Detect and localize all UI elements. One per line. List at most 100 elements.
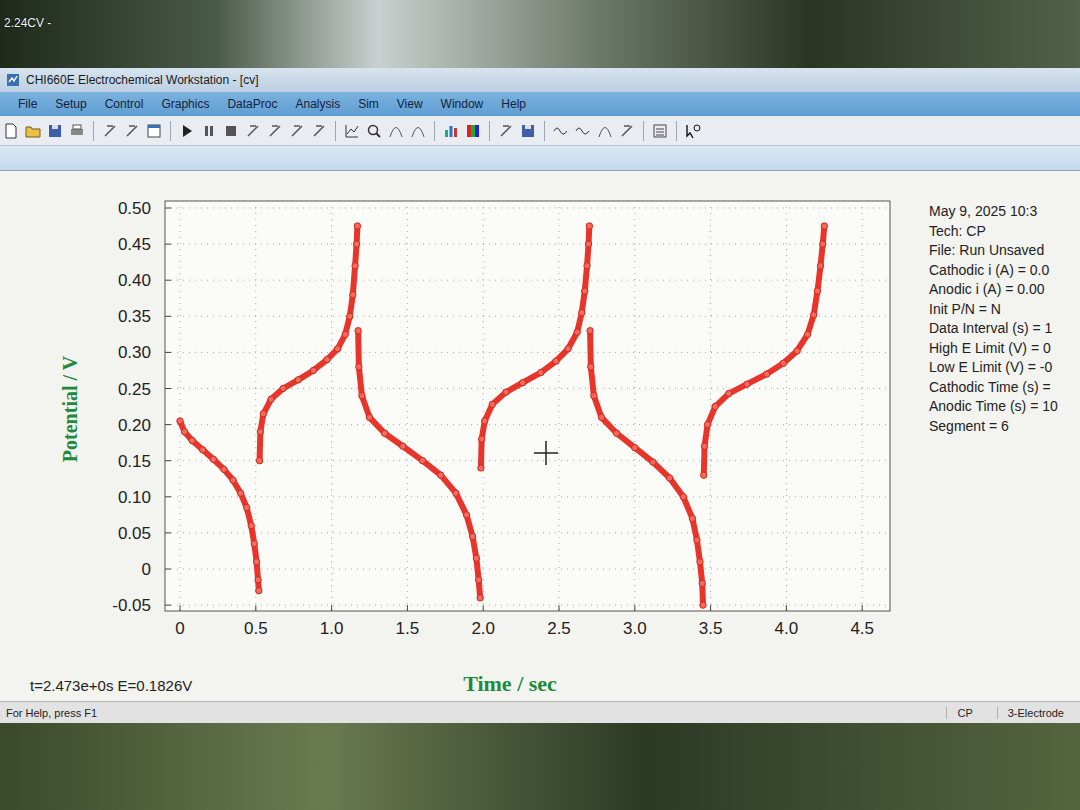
wave-icon[interactable] [552, 122, 570, 140]
list-icon[interactable] [651, 122, 669, 140]
doc-icon[interactable] [2, 122, 20, 140]
data-point [632, 445, 638, 451]
peak-icon[interactable] [409, 122, 427, 140]
peak-icon[interactable] [387, 122, 405, 140]
x-axis-title: Time / sec [463, 671, 557, 696]
data-point [419, 458, 425, 464]
y-tick-label: 0.50 [118, 199, 151, 218]
menu-item[interactable]: Analysis [295, 97, 340, 111]
menu-item[interactable]: File [18, 97, 37, 111]
app-window: CHI660E Electrochemical Workstation - [c… [0, 68, 1080, 723]
pause-icon[interactable] [200, 122, 218, 140]
data-point [310, 367, 316, 373]
menu-item[interactable]: Sim [358, 97, 379, 111]
x-tick [710, 605, 711, 611]
y-tick [165, 208, 171, 209]
document-strip [0, 146, 1080, 171]
data-point [248, 522, 254, 528]
grid-line [165, 388, 890, 389]
window-icon[interactable] [145, 122, 163, 140]
peak-icon[interactable] [596, 122, 614, 140]
menu-item[interactable]: Graphics [161, 97, 209, 111]
data-point [538, 369, 544, 375]
wave-icon[interactable] [574, 122, 592, 140]
data-point [666, 475, 672, 481]
bars-icon[interactable] [442, 122, 460, 140]
tool-icon[interactable] [266, 122, 284, 140]
y-tick-label: 0 [142, 560, 151, 579]
data-point [814, 288, 820, 294]
series-line [358, 331, 480, 598]
data-point [221, 466, 227, 472]
data-point [680, 494, 686, 500]
data-point [587, 328, 593, 334]
menu-item[interactable]: Setup [55, 97, 86, 111]
data-point [700, 602, 706, 608]
data-point [244, 504, 250, 510]
grid-line [165, 424, 890, 425]
grid-line [165, 208, 890, 209]
desktop-label[interactable]: 2.24CV - [4, 16, 51, 30]
grid-line [407, 201, 408, 611]
series-line [260, 226, 358, 461]
tool-icon[interactable] [618, 122, 636, 140]
data-point [763, 371, 769, 377]
data-point [256, 587, 262, 593]
crosshair-cursor-icon [534, 441, 558, 465]
graph-icon[interactable] [343, 122, 361, 140]
data-point [230, 477, 236, 483]
data-point [650, 459, 656, 465]
data-point [820, 241, 826, 247]
tool-icon[interactable] [288, 122, 306, 140]
toolbar-separator [93, 121, 94, 141]
tool-icon[interactable] [123, 122, 141, 140]
tool-icon[interactable] [101, 122, 119, 140]
x-tick-label: 1.0 [320, 619, 344, 638]
x-tick-label: 4.5 [850, 619, 874, 638]
tool-icon[interactable] [310, 122, 328, 140]
disk-icon[interactable] [519, 122, 537, 140]
data-point [453, 490, 459, 496]
x-tick [786, 605, 787, 611]
zoom-icon[interactable] [365, 122, 383, 140]
data-point [588, 364, 594, 370]
y-tick [165, 532, 171, 533]
printer-icon[interactable] [68, 122, 86, 140]
data-point [189, 437, 195, 443]
menu-item[interactable]: DataProc [227, 97, 277, 111]
tool-icon[interactable] [244, 122, 262, 140]
y-tick [165, 352, 171, 353]
y-tick-label: 0.25 [118, 380, 151, 399]
menu-item[interactable]: Window [441, 97, 484, 111]
data-point [177, 418, 183, 424]
data-point [503, 389, 509, 395]
menu-item[interactable]: Control [105, 97, 144, 111]
grid-line [165, 352, 890, 353]
menu-item[interactable]: Help [501, 97, 526, 111]
disk-icon[interactable] [46, 122, 64, 140]
data-point [260, 411, 266, 417]
data-point [355, 328, 361, 334]
tool-icon[interactable] [497, 122, 515, 140]
grid-line [165, 569, 890, 570]
y-tick [165, 388, 171, 389]
help-icon[interactable] [684, 122, 702, 140]
color-icon[interactable] [464, 122, 482, 140]
x-tick [559, 605, 560, 611]
data-point [350, 291, 356, 297]
x-tick [407, 605, 408, 611]
play-icon[interactable] [178, 122, 196, 140]
info-line: Cathodic Time (s) = [929, 379, 1080, 396]
chart[interactable]: 00.51.01.52.02.53.03.54.04.50.500.450.40… [0, 171, 915, 701]
menu-item[interactable]: View [397, 97, 423, 111]
y-tick [165, 424, 171, 425]
folder-icon[interactable] [24, 122, 42, 140]
y-tick [165, 316, 171, 317]
data-point [359, 393, 365, 399]
grid-line [180, 201, 181, 611]
x-tick-label: 4.0 [775, 619, 799, 638]
grid-line [165, 460, 890, 461]
data-point [469, 533, 475, 539]
stop-icon[interactable] [222, 122, 240, 140]
app-icon [6, 73, 20, 87]
